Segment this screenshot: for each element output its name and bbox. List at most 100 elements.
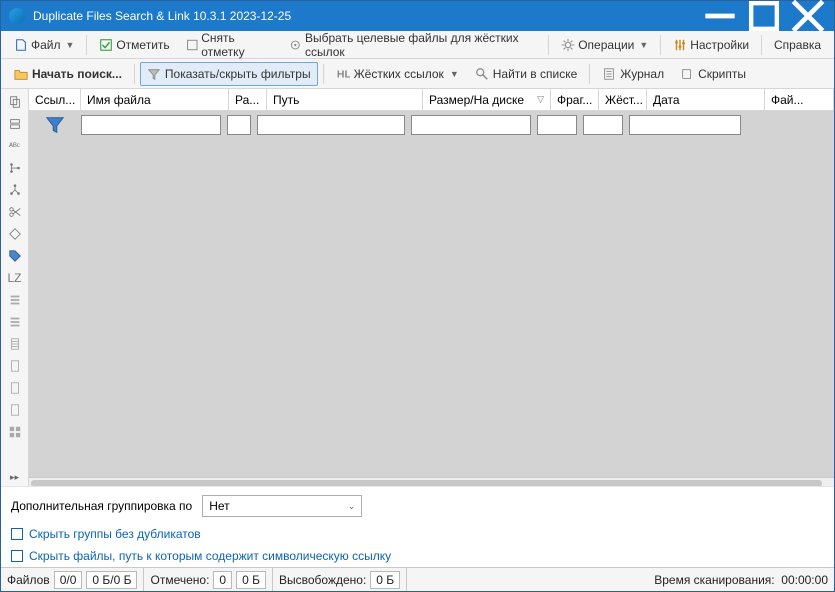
minimize-button[interactable]	[698, 1, 742, 31]
status-files: Файлов 0/0 0 Б/0 Б	[1, 568, 144, 591]
filter-path[interactable]	[257, 115, 405, 135]
status-bar: Файлов 0/0 0 Б/0 Б Отмечено: 0 0 Б Высво…	[1, 567, 834, 591]
film2-icon[interactable]	[4, 356, 26, 376]
menu-unmark-label: Снять отметку	[201, 31, 273, 59]
diamond-icon[interactable]	[4, 224, 26, 244]
tree-icon[interactable]	[4, 158, 26, 178]
col-frag[interactable]: Фраг...	[551, 89, 599, 110]
search-list-icon	[475, 67, 489, 81]
group-by-value: Нет	[209, 499, 229, 513]
separator	[660, 35, 661, 55]
menu-settings-label: Настройки	[690, 38, 749, 52]
filter-date[interactable]	[629, 115, 741, 135]
group-by-select[interactable]: Нет ⌄	[202, 495, 362, 517]
menu-select-targets[interactable]: Выбрать целевые файлы для жёстких ссылок	[282, 33, 543, 57]
col-filename[interactable]: Имя файла	[81, 89, 229, 110]
maximize-button[interactable]	[742, 1, 786, 31]
status-freed: Высвобождено: 0 Б	[273, 568, 407, 591]
filter-size[interactable]	[411, 115, 531, 135]
collapse-leftbar-icon[interactable]: ▸▸	[5, 472, 25, 482]
svg-text:HL: HL	[336, 68, 349, 80]
find-in-list-label: Найти в списке	[493, 67, 578, 81]
menu-file[interactable]: Файл ▼	[7, 33, 81, 57]
filter-row	[29, 111, 834, 139]
group-by-label: Дополнительная группировка по	[11, 499, 192, 513]
col-file[interactable]: Фай...	[765, 89, 834, 110]
menu-file-label: Файл	[31, 38, 61, 52]
funnel-icon	[147, 67, 161, 81]
uncheck-icon	[186, 38, 199, 52]
grid4-icon[interactable]	[4, 422, 26, 442]
column-headers: Ссыл... Имя файла Ра... Путь Размер/На д…	[29, 89, 834, 111]
col-path[interactable]: Путь	[267, 89, 423, 110]
rows2-icon[interactable]	[4, 312, 26, 332]
main-area: ᴬᴮᶜ LZ ▸▸ Ссыл... Имя файла Ра... Путь Р…	[1, 89, 834, 486]
hardlink-icon: HL	[336, 67, 350, 81]
gear-icon	[561, 38, 575, 52]
titlebar: Duplicate Files Search & Link 10.3.1 202…	[1, 1, 834, 31]
start-search-label: Начать поиск...	[32, 67, 122, 81]
tag-icon[interactable]	[4, 246, 26, 266]
grid-body[interactable]	[29, 139, 834, 486]
scripts-button[interactable]: Скрипты	[673, 62, 753, 86]
filter-hard[interactable]	[583, 115, 623, 135]
settings-icon	[673, 38, 687, 52]
start-search-button[interactable]: Начать поиск...	[7, 62, 129, 86]
dropdown-icon: ▼	[66, 40, 75, 50]
checkbox-icon	[11, 528, 23, 540]
col-hard[interactable]: Жёст...	[599, 89, 647, 110]
col-ext[interactable]: Ра...	[229, 89, 267, 110]
stack-icon[interactable]	[4, 114, 26, 134]
app-icon	[9, 8, 25, 24]
col-date[interactable]: Дата	[647, 89, 765, 110]
separator	[323, 64, 324, 84]
toggle-filters-button[interactable]: Показать/скрыть фильтры	[140, 62, 318, 86]
left-toolbar: ᴬᴮᶜ LZ ▸▸	[1, 89, 29, 486]
film3-icon[interactable]	[4, 378, 26, 398]
dropdown-icon: ⌄	[348, 501, 356, 512]
separator	[589, 64, 590, 84]
scissors-icon[interactable]	[4, 202, 26, 222]
scripts-label: Скрипты	[698, 67, 746, 81]
menu-select-targets-label: Выбрать целевые файлы для жёстких ссылок	[305, 31, 536, 59]
journal-label: Журнал	[620, 67, 664, 81]
checkbox-icon	[11, 550, 23, 562]
hardlinks-button[interactable]: HL Жёстких ссылок ▼	[329, 62, 466, 86]
col-size[interactable]: Размер/На диске▽	[423, 89, 551, 110]
filter-filename[interactable]	[81, 115, 221, 135]
menu-unmark[interactable]: Снять отметку	[179, 33, 281, 57]
hide-nodup-label: Скрыть группы без дубликатов	[29, 527, 201, 541]
menu-operations-label: Операции	[578, 38, 634, 52]
film1-icon[interactable]	[4, 334, 26, 354]
close-button[interactable]	[786, 1, 830, 31]
hide-nodup-checkbox[interactable]: Скрыть группы без дубликатов	[1, 523, 834, 545]
col-link[interactable]: Ссыл...	[29, 89, 81, 110]
copy-icon[interactable]	[4, 92, 26, 112]
hide-symlink-label: Скрыть файлы, путь к которым содержит си…	[29, 549, 391, 563]
branch-icon[interactable]	[4, 180, 26, 200]
menu-settings[interactable]: Настройки	[666, 33, 756, 57]
filter-frag[interactable]	[537, 115, 577, 135]
menu-help[interactable]: Справка	[767, 33, 828, 57]
funnel-indicator	[29, 114, 81, 136]
abc-icon[interactable]: ᴬᴮᶜ	[4, 136, 26, 156]
find-in-list-button[interactable]: Найти в списке	[468, 62, 585, 86]
separator	[134, 64, 135, 84]
app-window: Duplicate Files Search & Link 10.3.1 202…	[0, 0, 835, 592]
dropdown-icon: ▼	[639, 40, 648, 50]
folder-search-icon	[14, 67, 28, 81]
status-scan-time: Время сканирования: 00:00:00	[648, 568, 834, 591]
journal-button[interactable]: Журнал	[595, 62, 671, 86]
separator	[86, 35, 87, 55]
toggle-filters-label: Показать/скрыть фильтры	[165, 67, 311, 81]
hide-symlink-checkbox[interactable]: Скрыть файлы, путь к которым содержит си…	[1, 545, 834, 567]
film4-icon[interactable]	[4, 400, 26, 420]
menu-operations[interactable]: Операции ▼	[554, 33, 655, 57]
h-scrollbar[interactable]	[29, 477, 834, 486]
rows1-icon[interactable]	[4, 290, 26, 310]
script-icon	[680, 67, 694, 81]
results-grid: Ссыл... Имя файла Ра... Путь Размер/На д…	[29, 89, 834, 486]
filter-ext[interactable]	[227, 115, 251, 135]
lz-icon[interactable]: LZ	[4, 268, 26, 288]
menu-mark[interactable]: Отметить	[92, 33, 176, 57]
